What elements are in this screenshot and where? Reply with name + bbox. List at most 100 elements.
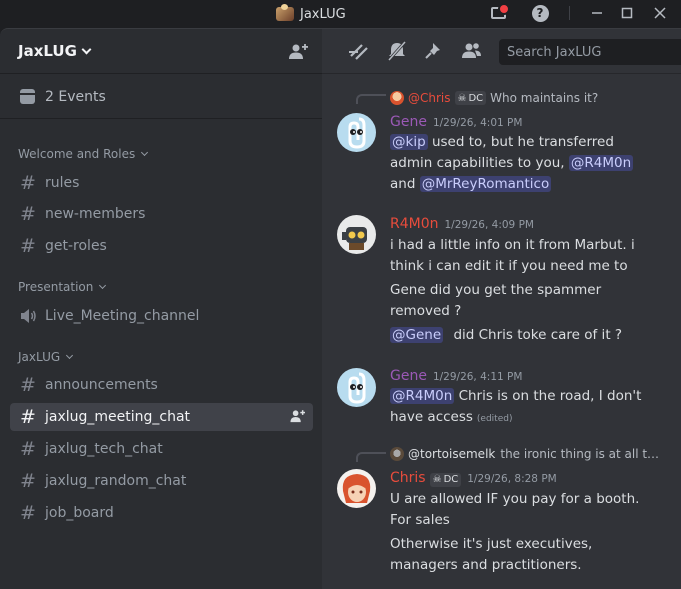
- title-bar: JaxLUG ?: [0, 0, 681, 28]
- mention[interactable]: @R4M0n: [568, 155, 634, 171]
- events-label: 2 Events: [45, 88, 106, 105]
- channel-jaxlug-meeting-chat[interactable]: # jaxlug_meeting_chat: [10, 403, 313, 431]
- message-line: i had a little info on it from Marbut. i: [390, 237, 635, 253]
- reply-text: Who maintains it?: [490, 91, 599, 105]
- username[interactable]: Gene: [390, 368, 427, 384]
- message-line: Gene did you get the spammer: [390, 282, 602, 298]
- mention[interactable]: @R4M0n: [390, 388, 455, 404]
- mention[interactable]: @Gene: [390, 327, 444, 343]
- channel-new-members[interactable]: # new-members: [10, 200, 313, 228]
- help-icon: ?: [531, 4, 549, 22]
- message-header: Gene 1/29/26, 4:01 PM: [390, 112, 522, 134]
- hash-icon: #: [20, 501, 36, 524]
- category-label: Presentation: [18, 280, 94, 294]
- category-jaxlug[interactable]: JaxLUG: [18, 350, 74, 364]
- message-line: think i can edit it if you need me to: [390, 258, 628, 274]
- chevron-down-icon: [66, 351, 74, 360]
- avatar[interactable]: [337, 215, 376, 254]
- speaker-icon: [21, 309, 36, 323]
- timestamp: 1/29/26, 8:28 PM: [467, 473, 557, 485]
- mention[interactable]: @kip: [390, 134, 428, 150]
- server-tag: ☠ DC: [429, 472, 462, 487]
- message-line: admin capabilities to you, @R4M0n: [390, 153, 634, 174]
- search-box[interactable]: [499, 39, 681, 65]
- channel-label: announcements: [45, 377, 158, 393]
- reply-preview[interactable]: @tortoisemelk the ironic thing is at all…: [390, 447, 659, 461]
- timestamp: 1/29/26, 4:11 PM: [432, 371, 523, 383]
- hash-icon: #: [20, 405, 36, 428]
- channel-jaxlug-random-chat[interactable]: # jaxlug_random_chat: [10, 467, 313, 495]
- reply-avatar: [390, 91, 404, 105]
- minimize-button[interactable]: [583, 0, 611, 26]
- message-text: did Chris toke care of it ?: [453, 327, 623, 343]
- channel-toolbar: [322, 29, 681, 74]
- channel-rules[interactable]: # rules: [10, 169, 313, 197]
- reply-connector: [356, 452, 386, 462]
- edited-label: (edited): [476, 414, 513, 424]
- channel-label: job_board: [45, 505, 114, 521]
- paperclip-avatar-icon: [348, 372, 366, 404]
- close-button[interactable]: [646, 0, 674, 26]
- calendar-icon: [20, 89, 35, 104]
- category-welcome-and-roles[interactable]: Welcome and Roles: [18, 147, 149, 161]
- mention[interactable]: @MrReyRomantico: [419, 176, 552, 192]
- message-line: removed ?: [390, 303, 462, 319]
- avatar[interactable]: [337, 469, 376, 508]
- pin-icon[interactable]: [423, 41, 445, 61]
- reply-avatar: [390, 447, 404, 461]
- channel-announcements[interactable]: # announcements: [10, 371, 313, 399]
- username[interactable]: Gene: [390, 114, 427, 130]
- anime-avatar-icon: [342, 474, 371, 503]
- username[interactable]: Chris: [390, 470, 426, 486]
- reply-text: the ironic thing is at all t…: [500, 447, 660, 461]
- channel-job-board[interactable]: # job_board: [10, 499, 313, 527]
- hash-icon: #: [20, 171, 36, 194]
- message-text: used to, but he transferred: [431, 134, 614, 150]
- threads-icon[interactable]: [348, 41, 370, 61]
- channel-jaxlug-tech-chat[interactable]: # jaxlug_tech_chat: [10, 435, 313, 463]
- close-icon: [654, 7, 666, 19]
- maximize-button[interactable]: [613, 0, 641, 26]
- channel-label: jaxlug_meeting_chat: [45, 409, 191, 425]
- help-button[interactable]: ?: [526, 0, 554, 26]
- titlebar-divider: [569, 6, 570, 20]
- events-row[interactable]: 2 Events: [0, 75, 322, 119]
- channel-label: new-members: [45, 206, 146, 222]
- channel-get-roles[interactable]: # get-roles: [10, 232, 313, 260]
- message-text: Chris is on the road, I don't: [458, 388, 642, 404]
- hash-icon: #: [20, 234, 36, 257]
- channel-label: jaxlug_random_chat: [45, 473, 187, 489]
- chevron-down-icon: [141, 148, 149, 157]
- server-header[interactable]: JaxLUG: [0, 29, 322, 74]
- invite-to-channel-icon[interactable]: [290, 409, 305, 424]
- server-tag-label: DC: [468, 92, 484, 104]
- member-list-icon[interactable]: [461, 41, 483, 61]
- channel-sidebar: JaxLUG 2 Events Welcome and Roles # rule…: [0, 28, 322, 589]
- skull-icon: ☠: [432, 474, 442, 485]
- username[interactable]: R4M0n: [390, 216, 439, 232]
- message-line: have access (edited): [390, 407, 512, 430]
- reply-preview[interactable]: @Chris ☠ DC Who maintains it?: [390, 91, 598, 105]
- chevron-down-icon: [99, 281, 107, 290]
- search-input[interactable]: [507, 44, 677, 60]
- avatar[interactable]: [337, 368, 376, 407]
- channel-live-meeting[interactable]: Live_Meeting_channel: [10, 302, 313, 330]
- server-tag: ☠ DC: [454, 91, 487, 105]
- category-presentation[interactable]: Presentation: [18, 280, 107, 294]
- message-line: and @MrReyRomantico: [390, 174, 552, 195]
- hash-icon: #: [20, 373, 36, 396]
- avatar[interactable]: [337, 113, 376, 152]
- notification-muted-icon[interactable]: [386, 41, 408, 61]
- minimize-icon: [592, 12, 602, 14]
- inbox-button[interactable]: [484, 0, 512, 26]
- skull-icon: ☠: [457, 92, 467, 104]
- message-line: Otherwise it's just executives,: [390, 536, 593, 552]
- invite-people-icon[interactable]: [288, 43, 308, 61]
- category-label: JaxLUG: [18, 350, 61, 364]
- reply-author: @Chris: [408, 91, 451, 105]
- message-text: have access: [390, 409, 473, 425]
- message-line: @kip used to, but he transferred: [390, 132, 614, 153]
- robot-avatar-icon: [342, 227, 367, 250]
- app-logo-icon: [276, 4, 294, 21]
- hash-icon: #: [20, 202, 36, 225]
